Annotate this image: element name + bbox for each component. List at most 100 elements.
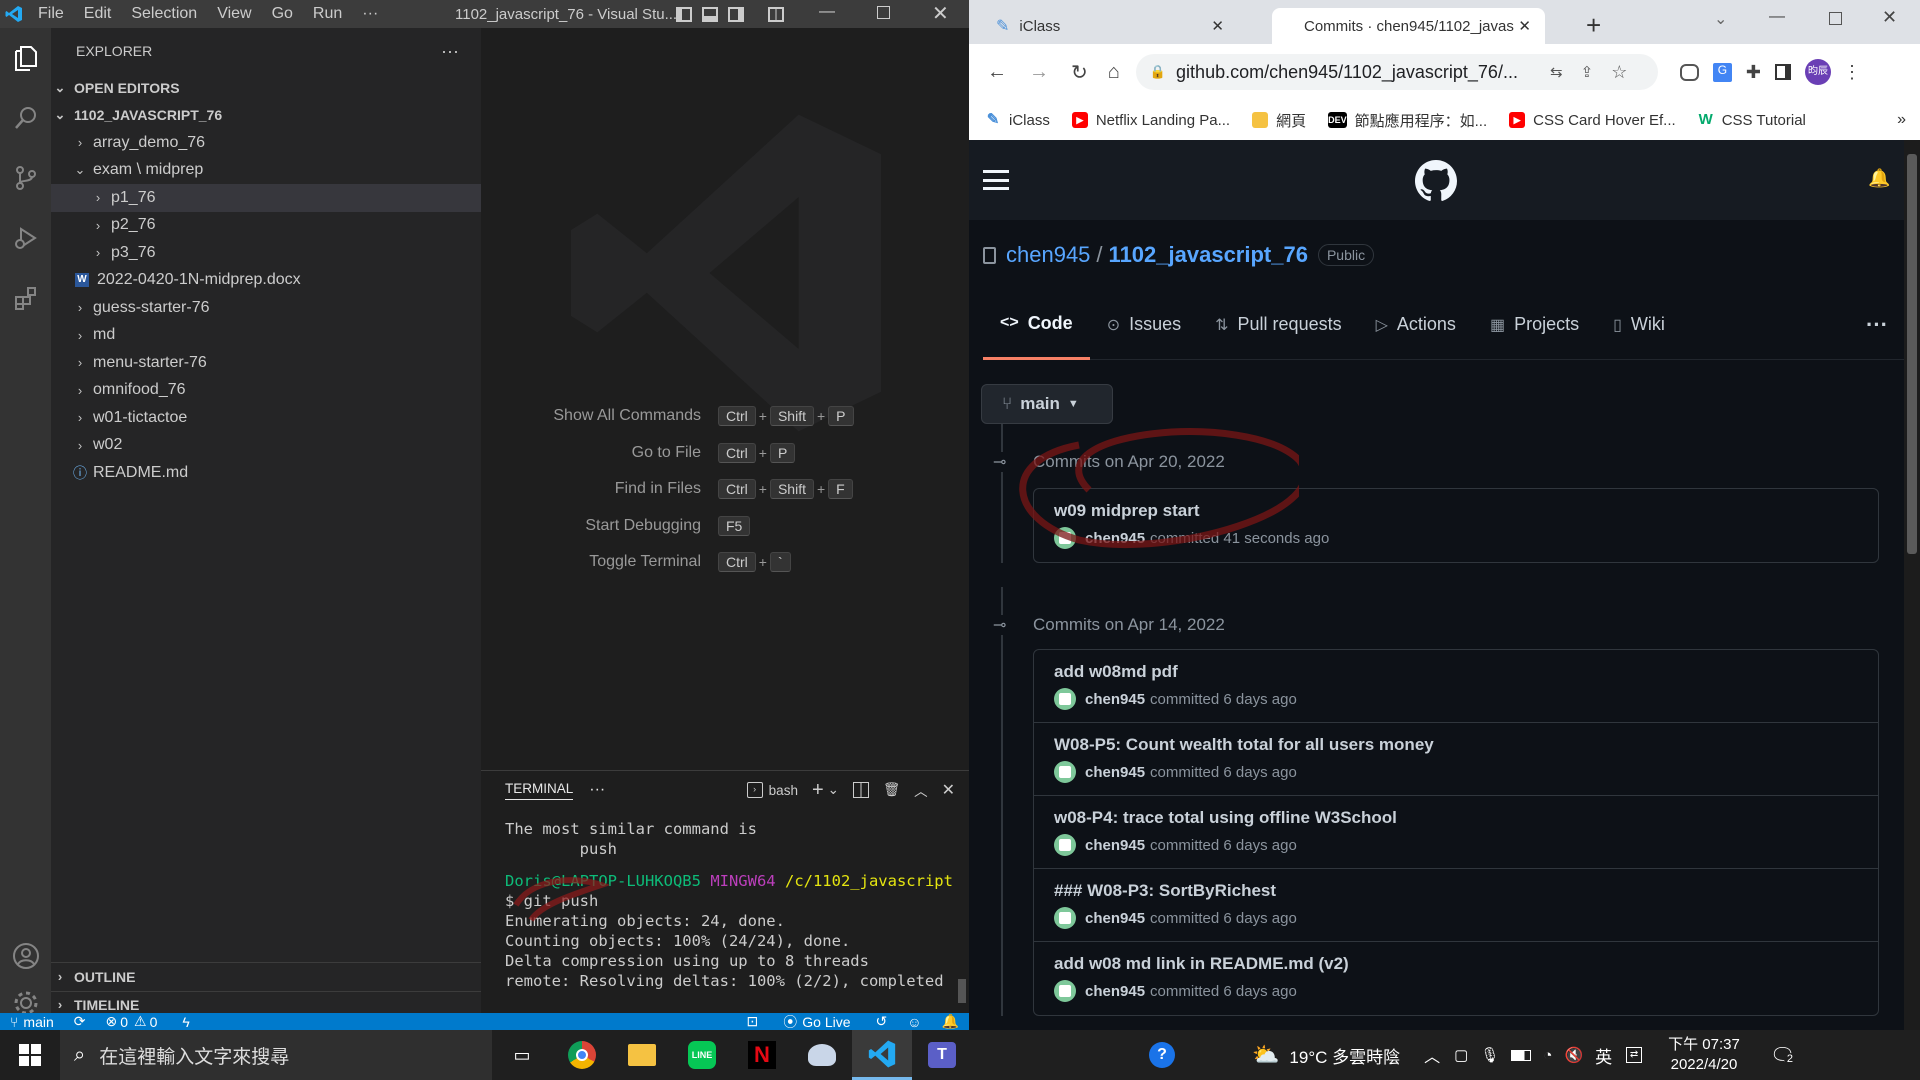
repo-nav-actions[interactable]: ▷ Actions [1359, 290, 1473, 360]
commit-item[interactable]: add w08 md link in README.md (v2) chen945… [1034, 942, 1878, 1015]
scrollbar-thumb[interactable] [1907, 154, 1917, 554]
error-icon[interactable]: ⊗ [106, 1013, 118, 1030]
commit-item[interactable]: ### W08-P3: SortByRichest chen945 committe… [1034, 869, 1878, 942]
source-control-icon[interactable] [0, 148, 51, 208]
broadcast-icon[interactable]: ⦿ [783, 1012, 797, 1031]
tree-item[interactable]: › p3_76 [51, 239, 481, 267]
chevron-up-icon[interactable]: ︿ [914, 780, 928, 800]
tree-item[interactable]: › guess-starter-76 [51, 294, 481, 322]
tree-item[interactable]: › array_demo_76 [51, 129, 481, 157]
minimize-button[interactable]: — [819, 0, 839, 24]
outline-section[interactable]: › OUTLINE [51, 963, 481, 991]
bookmark-item[interactable]: W CSS Tutorial [1698, 112, 1806, 129]
tree-item[interactable]: › md [51, 322, 481, 350]
teams-icon[interactable]: T [912, 1030, 972, 1080]
repo-owner-link[interactable]: chen945 [1006, 242, 1090, 268]
help-icon[interactable]: ? [1132, 1030, 1192, 1080]
tab-iclass[interactable]: ✎ iClass ✕ [982, 8, 1238, 44]
commit-author[interactable]: chen945 [1085, 691, 1145, 708]
split-terminal-icon[interactable] [852, 782, 869, 798]
bookmark-item[interactable]: DEV 節點應用程序：如... [1328, 110, 1487, 131]
windows-start-icon[interactable] [0, 1030, 60, 1080]
error-count[interactable]: 0 [120, 1014, 128, 1030]
terminal-scrollbar[interactable] [958, 979, 966, 1003]
terminal-shell-icon[interactable]: › [746, 782, 763, 798]
extension-line-icon[interactable] [1679, 63, 1699, 81]
tree-item[interactable]: W 2022-0420-1N-midprep.docx [51, 267, 481, 295]
author-avatar[interactable] [1054, 834, 1076, 856]
tree-item[interactable]: › menu-starter-76 [51, 349, 481, 377]
weather-cloud-icon[interactable]: ⛅ [1252, 1042, 1279, 1068]
commit-title[interactable]: w08-P4: trace total using offline W3Scho… [1054, 808, 1858, 828]
meet-now-icon[interactable]: ▢ [1454, 1046, 1468, 1064]
close-tab-icon[interactable]: ✕ [1518, 17, 1531, 35]
go-live-button[interactable]: Go Live [802, 1014, 850, 1030]
snipping-tool-icon[interactable] [792, 1030, 852, 1080]
commit-title[interactable]: W08-P5: Count wealth total for all users… [1054, 735, 1858, 755]
github-logo-icon[interactable] [1415, 160, 1457, 207]
author-avatar[interactable] [1054, 761, 1076, 783]
commit-title[interactable]: add w08 md link in README.md (v2) [1054, 954, 1858, 974]
close-button[interactable]: ✕ [932, 0, 949, 28]
tree-item[interactable]: ⌄ exam \ midprep [51, 157, 481, 185]
share-icon[interactable]: ⇪ [1581, 63, 1594, 81]
close-tab-icon[interactable]: ✕ [1211, 17, 1224, 35]
chevron-down-icon[interactable]: ⌄ [828, 782, 839, 798]
new-terminal-icon[interactable]: + [812, 779, 824, 802]
weather-text[interactable]: 19°C 多雲時陰 [1289, 1043, 1400, 1068]
bookmark-star-icon[interactable]: ☆ [1611, 62, 1627, 83]
bookmarks-overflow-icon[interactable]: » [1897, 111, 1906, 129]
profile-avatar[interactable]: 昀辰 [1804, 59, 1831, 85]
feedback-icon[interactable]: ☺ [907, 1014, 921, 1030]
notification-center-icon[interactable]: 🗨 2 [1770, 1043, 1796, 1068]
lock-icon[interactable]: 🔒 [1150, 64, 1166, 80]
bookmark-item[interactable]: ✎ iClass [985, 112, 1050, 129]
run-debug-icon[interactable] [0, 208, 51, 268]
new-tab-icon[interactable]: + [1586, 10, 1601, 41]
author-avatar[interactable] [1054, 907, 1076, 929]
repo-nav-code[interactable]: <> Code [983, 290, 1090, 360]
maximize-button[interactable] [877, 6, 890, 19]
menu-item[interactable]: View [207, 0, 261, 28]
file-explorer-icon[interactable] [612, 1030, 672, 1080]
commit-author[interactable]: chen945 [1085, 910, 1145, 927]
back-icon[interactable]: ← [987, 61, 1007, 84]
author-avatar[interactable] [1054, 980, 1076, 1002]
shortcut-row[interactable]: Find in Files Ctrl + Shift + F [481, 471, 969, 508]
home-icon[interactable]: ⌂ [1108, 61, 1120, 84]
shortcut-row[interactable]: Start Debugging F5 [481, 508, 969, 545]
clock[interactable]: 下午 07:37 2022/4/20 [1668, 1035, 1740, 1075]
bell-icon[interactable]: 🔔 [942, 1013, 959, 1030]
commit-title[interactable]: ### W08-P3: SortByRichest [1054, 881, 1858, 901]
menu-item[interactable]: Edit [74, 0, 122, 28]
commit-item[interactable]: w08-P4: trace total using offline W3Scho… [1034, 796, 1878, 869]
branch-icon[interactable]: ⑂ [10, 1014, 18, 1030]
toggle-sidebar-icon[interactable] [676, 6, 692, 22]
commit-author[interactable]: chen945 [1085, 764, 1145, 781]
repo-name-link[interactable]: 1102_javascript_76 [1109, 242, 1308, 268]
more-icon[interactable]: ··· [589, 781, 605, 799]
extensions-icon[interactable] [0, 268, 51, 328]
explorer-icon[interactable] [0, 28, 51, 88]
commit-author[interactable]: chen945 [1085, 983, 1145, 1000]
notifications-bell-icon[interactable]: 🔔 [1868, 168, 1890, 189]
warning-count[interactable]: 0 [150, 1014, 158, 1030]
history-icon[interactable]: ↺ [876, 1013, 888, 1030]
shortcut-row[interactable]: Toggle Terminal Ctrl + ` [481, 544, 969, 581]
tab-commits[interactable]: Commits · chen945/1102_javas ✕ [1272, 8, 1545, 44]
extensions-puzzle-icon[interactable]: ✚ [1746, 62, 1761, 83]
author-avatar[interactable] [1054, 688, 1076, 710]
tray-chevron-icon[interactable]: ︿ [1424, 1043, 1440, 1067]
menu-item[interactable]: Go [262, 0, 303, 28]
warning-icon[interactable]: ⚠ [134, 1013, 147, 1030]
tree-item[interactable]: › w02 [51, 432, 481, 460]
tree-item[interactable]: › p1_76 [51, 184, 481, 212]
toggle-panel-icon[interactable] [702, 6, 718, 22]
tree-item[interactable]: › w01-tictactoe [51, 404, 481, 432]
commit-item[interactable]: W08-P5: Count wealth total for all users… [1034, 723, 1878, 796]
terminal-tab[interactable]: TERMINAL [505, 781, 574, 800]
menu-item[interactable]: Run [303, 0, 352, 28]
reload-icon[interactable]: ↻ [1071, 60, 1088, 85]
minimize-button[interactable]: — [1769, 8, 1785, 26]
commit-author[interactable]: chen945 [1085, 837, 1145, 854]
